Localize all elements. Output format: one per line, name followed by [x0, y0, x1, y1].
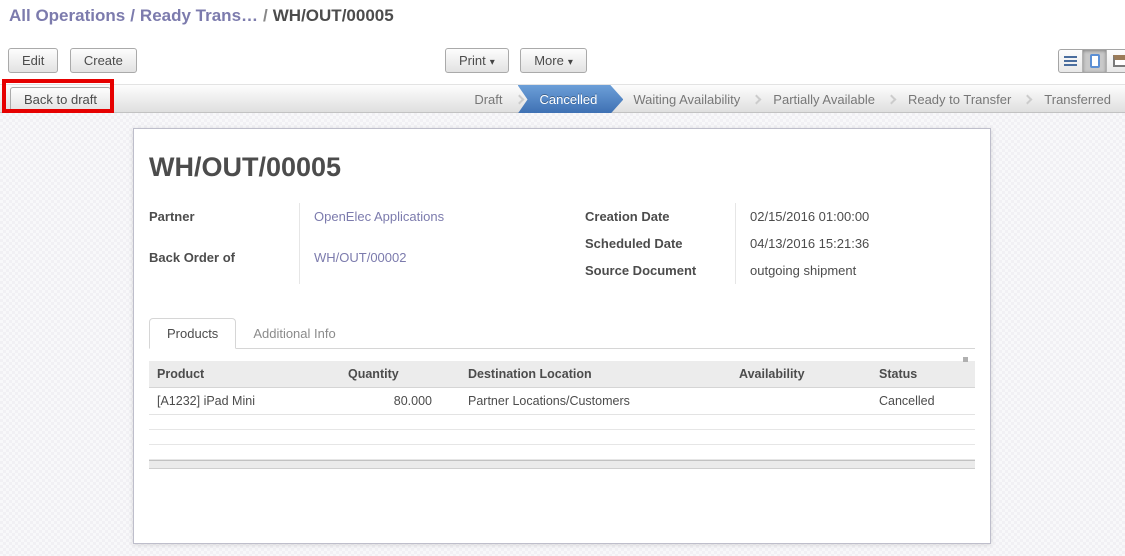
back-order-field-value[interactable]: WH/OUT/00002 — [299, 244, 585, 285]
stage-transferred[interactable]: Transferred — [1030, 92, 1125, 107]
col-header-availability[interactable]: Availability — [731, 361, 871, 388]
status-pipeline: Draft Cancelled Waiting Availability Par… — [460, 85, 1125, 114]
notebook-tabs: Products Additional Info — [149, 317, 975, 349]
toolbar: Edit Create Print ▾ More ▾ — [0, 42, 1125, 84]
chevron-down-icon: ▾ — [490, 57, 495, 68]
table-header-row: Product Quantity Destination Location Av… — [149, 361, 975, 388]
back-order-field-label: Back Order of — [149, 244, 299, 285]
view-switcher — [1058, 49, 1125, 73]
breadcrumb: All Operations / Ready Trans… / WH/OUT/00005 — [9, 6, 1116, 26]
creation-date-field-label: Creation Date — [585, 203, 735, 230]
stage-waiting-availability[interactable]: Waiting Availability — [619, 92, 754, 107]
calendar-view-icon — [1113, 55, 1125, 67]
chevron-down-icon: ▾ — [568, 57, 573, 68]
status-bar: Back to draft Draft Cancelled Waiting Av… — [0, 84, 1125, 113]
create-button-label: Create — [84, 53, 123, 68]
field-group-left: Partner OpenElec Applications Back Order… — [149, 203, 585, 284]
field-group-right: Creation Date 02/15/2016 01:00:00 Schedu… — [585, 203, 869, 284]
cell-product: [A1232] iPad Mini — [149, 388, 340, 415]
back-to-draft-label: Back to draft — [24, 92, 97, 107]
breadcrumb-ready-transfers[interactable]: Ready Trans… — [140, 6, 258, 25]
list-view-icon — [1064, 56, 1077, 66]
breadcrumb-current: WH/OUT/00005 — [273, 6, 394, 25]
breadcrumb-separator: / — [130, 6, 135, 25]
more-button-label: More — [534, 53, 564, 68]
partner-field-value[interactable]: OpenElec Applications — [299, 203, 585, 244]
cell-quantity: 80.000 — [340, 388, 460, 415]
horizontal-scrollbar[interactable] — [149, 460, 975, 469]
cell-destination: Partner Locations/Customers — [460, 388, 731, 415]
empty-row — [149, 415, 975, 430]
field-row: Scheduled Date 04/13/2016 15:21:36 — [585, 230, 869, 257]
source-document-field-value: outgoing shipment — [735, 257, 869, 284]
scheduled-date-field-label: Scheduled Date — [585, 230, 735, 257]
field-groups: Partner OpenElec Applications Back Order… — [149, 203, 975, 284]
edit-button-label: Edit — [22, 53, 44, 68]
print-dropdown-button[interactable]: Print ▾ — [445, 48, 509, 73]
source-document-field-label: Source Document — [585, 257, 735, 284]
col-header-quantity[interactable]: Quantity — [340, 361, 460, 388]
record-title: WH/OUT/00005 — [149, 152, 975, 183]
col-header-product[interactable]: Product — [149, 361, 340, 388]
form-view-button[interactable] — [1083, 50, 1107, 72]
col-header-status[interactable]: Status — [871, 361, 975, 388]
top-bar: All Operations / Ready Trans… / WH/OUT/00005 — [0, 0, 1125, 42]
tab-products[interactable]: Products — [149, 318, 236, 349]
cell-availability — [731, 388, 871, 415]
list-view-button[interactable] — [1059, 50, 1083, 72]
field-row: Back Order of WH/OUT/00002 — [149, 244, 585, 285]
moves-list: Product Quantity Destination Location Av… — [149, 361, 975, 469]
scheduled-date-field-value: 04/13/2016 15:21:36 — [735, 230, 869, 257]
more-dropdown-button[interactable]: More ▾ — [520, 48, 587, 73]
stage-ready-to-transfer[interactable]: Ready to Transfer — [894, 92, 1025, 107]
edit-button[interactable]: Edit — [8, 48, 58, 73]
document-actions: Print ▾ More ▾ — [445, 48, 587, 73]
field-row: Creation Date 02/15/2016 01:00:00 — [585, 203, 869, 230]
empty-row — [149, 445, 975, 460]
stage-partially-available[interactable]: Partially Available — [759, 92, 889, 107]
field-row: Source Document outgoing shipment — [585, 257, 869, 284]
form-sheet: WH/OUT/00005 Partner OpenElec Applicatio… — [133, 128, 991, 544]
column-options-icon[interactable] — [963, 357, 968, 362]
tab-additional-info[interactable]: Additional Info — [236, 319, 352, 348]
col-header-destination-location[interactable]: Destination Location — [460, 361, 731, 388]
stage-cancelled-active[interactable]: Cancelled — [518, 85, 624, 114]
stage-draft[interactable]: Draft — [460, 92, 516, 107]
breadcrumb-separator: / — [263, 6, 268, 25]
print-button-label: Print — [459, 53, 486, 68]
breadcrumb-all-operations[interactable]: All Operations — [9, 6, 125, 25]
creation-date-field-value: 02/15/2016 01:00:00 — [735, 203, 869, 230]
work-area: WH/OUT/00005 Partner OpenElec Applicatio… — [0, 113, 1125, 556]
moves-table: Product Quantity Destination Location Av… — [149, 361, 975, 460]
calendar-view-button[interactable] — [1107, 50, 1125, 72]
field-row: Partner OpenElec Applications — [149, 203, 585, 244]
table-row[interactable]: [A1232] iPad Mini 80.000 Partner Locatio… — [149, 388, 975, 415]
empty-row — [149, 430, 975, 445]
back-to-draft-button[interactable]: Back to draft — [10, 87, 111, 112]
partner-field-label: Partner — [149, 203, 299, 244]
form-view-icon — [1090, 54, 1100, 68]
cell-status: Cancelled — [871, 388, 975, 415]
create-button[interactable]: Create — [70, 48, 137, 73]
